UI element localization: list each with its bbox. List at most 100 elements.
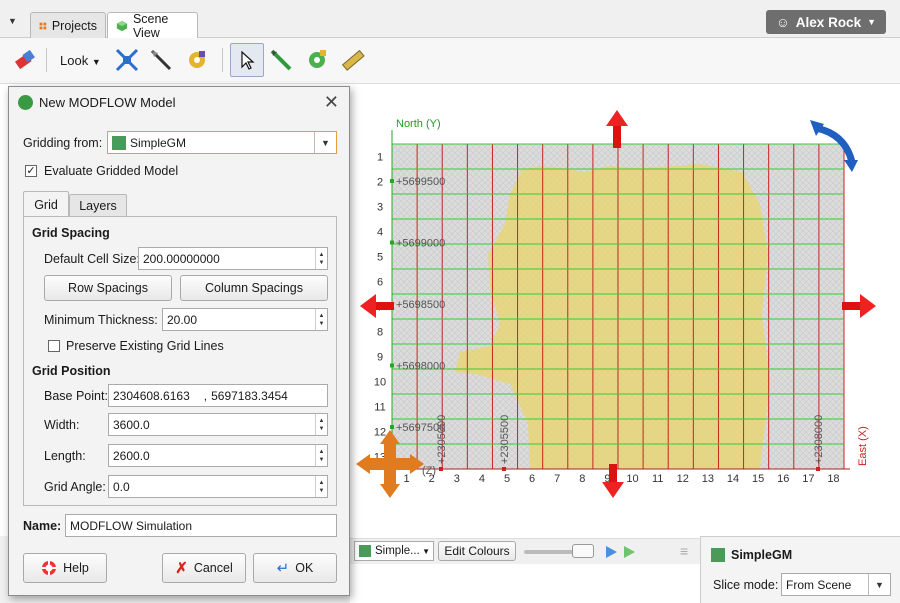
tab-layers[interactable]: Layers [69,194,127,217]
user-icon: ☺ [776,14,790,30]
help-button[interactable]: Help [23,553,107,583]
column-number-label: 8 [579,473,585,485]
ok-button[interactable]: ↵ OK [253,553,337,583]
row-number-label: 1 [377,152,383,164]
spinner-icon[interactable]: ▲ ▼ [315,414,327,435]
column-number-label: 13 [702,473,714,485]
length-input[interactable]: 2600.0 ▲ ▼ [108,444,328,467]
spinner-icon[interactable]: ▲ ▼ [315,476,327,497]
column-number-label: 6 [529,473,535,485]
reset-view-icon[interactable] [114,47,140,73]
evaluate-checkbox[interactable]: ✓ [25,165,37,177]
play-green-icon[interactable] [622,545,636,559]
scene-viewport[interactable]: North (Y) East (X) (Z) 12345678910111213… [350,84,900,536]
y-tick-label: +5699000 [396,238,445,250]
base-point-y: 5697183.3454 [211,388,288,403]
slice-mode-value: From Scene [786,577,852,592]
preserve-checkbox[interactable] [48,340,60,352]
eraser-icon[interactable] [12,47,38,73]
column-number-label: 16 [777,473,789,485]
evaluate-label: Evaluate Gridded Model [44,164,179,178]
y-tick-mark [390,179,394,183]
y-tick-mark [390,240,394,245]
dialog-title-bar: New MODFLOW Model ✕ [9,87,349,117]
row-spacings-button[interactable]: Row Spacings [44,275,172,301]
look-menu[interactable]: Look ▼ [60,53,101,68]
row-number-label: 8 [377,327,383,339]
arrow-right-handle[interactable] [842,294,876,318]
object-selector[interactable]: Simple... ▼ [354,541,434,561]
tab-projects[interactable]: Projects [30,12,106,38]
width-input[interactable]: 3600.0 ▲ ▼ [108,413,328,436]
opacity-slider-thumb[interactable] [572,544,594,558]
slice-mode-select[interactable]: From Scene ▼ [781,573,891,596]
base-point-input[interactable]: 2304608.6163 , 5697183.3454 [108,384,328,407]
help-label: Help [63,561,89,575]
slice-tool-icon[interactable] [148,47,174,73]
properties-panel: SimpleGM Slice mode: From Scene ▼ [700,536,900,603]
row-number-label: 4 [377,227,383,239]
cancel-button[interactable]: ✗ Cancel [162,553,246,583]
min-thickness-input[interactable]: 20.00 ▲ ▼ [162,308,328,331]
chevron-down-icon: ▼ [91,57,101,67]
spinner-icon[interactable]: ▲ ▼ [315,309,327,330]
cursor-icon [241,51,255,70]
spinner-icon[interactable]: ▲ ▼ [315,445,327,466]
object-selector-value: Simple... [375,545,420,557]
draw-line-icon[interactable] [268,47,294,73]
y-tick-label: +5698500 [396,299,445,311]
chevron-down-icon: ▼ [314,132,336,153]
name-value: MODFLOW Simulation [70,518,193,533]
spinner-icon[interactable]: ▲ ▼ [315,248,327,269]
default-cell-input[interactable]: 200.00000000 ▲ ▼ [138,247,328,270]
x-tick-label: +2308000 [813,415,825,464]
dialog-title: New MODFLOW Model [39,94,176,110]
gridding-from-select[interactable]: SimpleGM ▼ [107,131,337,154]
base-point-x: 2304608.6163 [113,388,190,403]
edit-colours-label: Edit Colours [444,544,510,558]
user-name: Alex Rock [795,14,862,30]
x-tick-mark [816,467,820,471]
arrow-left-handle[interactable] [360,294,394,318]
close-icon[interactable]: ✕ [324,92,339,113]
scene-bottom-bar: Simple... ▼ Edit Colours ≡ [350,538,700,564]
column-number-label: 3 [454,473,460,485]
tab-scene-view[interactable]: Scene View [107,12,198,40]
lifebuoy-icon [42,561,57,575]
name-input[interactable]: MODFLOW Simulation [65,514,337,537]
y-tick-mark [390,363,394,368]
chevron-down-icon: ▼ [867,17,876,27]
x-tick-label: +2305500 [499,415,511,464]
column-spacings-button[interactable]: Column Spacings [180,275,328,301]
model-icon [112,135,126,150]
tabs-dropdown-icon[interactable]: ▼ [8,16,17,26]
column-number-label: 4 [479,473,485,485]
length-label: Length: [44,449,86,463]
row-number-label: 5 [377,252,383,264]
list-icon[interactable]: ≡ [680,543,688,559]
arrow-up-handle[interactable] [606,110,628,148]
scene-canvas[interactable]: North (Y) East (X) (Z) 12345678910111213… [350,84,900,536]
min-thickness-value: 20.00 [167,312,198,327]
user-menu-button[interactable]: ☺ Alex Rock ▼ [766,10,886,34]
grid-angle-input[interactable]: 0.0 ▲ ▼ [108,475,328,498]
base-point-label: Base Point: [44,389,108,403]
modflow-icon [18,95,33,110]
y-tick-mark [390,425,394,429]
column-number-label: 5 [504,473,510,485]
column-number-label: 15 [752,473,764,485]
y-tick-label: +5698000 [396,361,445,373]
tab-grid[interactable]: Grid [23,191,69,218]
gear-edit-icon[interactable] [304,47,330,73]
column-number-label: 14 [727,473,739,485]
play-icon[interactable] [604,545,618,559]
chevron-down-icon: ▼ [422,546,430,556]
edit-colours-button[interactable]: Edit Colours [438,541,516,561]
gear-pin-icon[interactable] [184,47,210,73]
column-number-label: 10 [626,473,638,485]
row-number-label: 3 [377,202,383,214]
select-tool-button[interactable] [230,43,264,77]
grid-angle-label: Grid Angle: [44,480,106,494]
cancel-icon: ✗ [175,560,188,577]
ruler-icon[interactable] [340,47,366,73]
